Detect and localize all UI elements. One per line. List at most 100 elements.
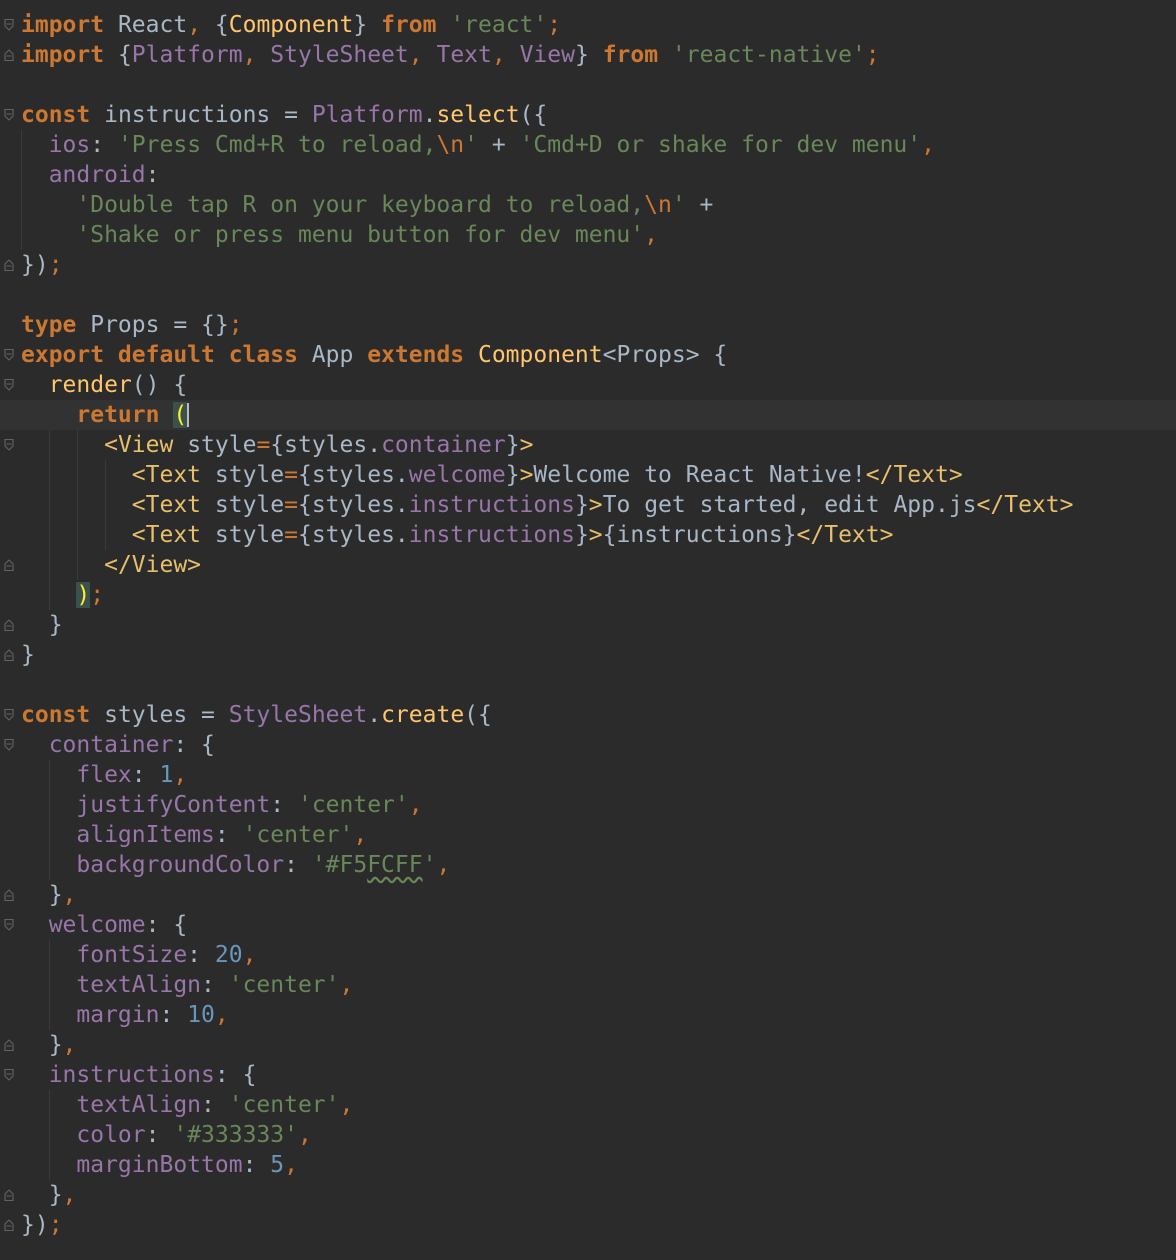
code-token: Component <box>228 12 354 38</box>
code-token: textAlign <box>76 1092 202 1118</box>
code-token: style <box>201 522 285 548</box>
code-text: margin: 10, <box>21 1000 228 1030</box>
gutter <box>0 970 20 1000</box>
code-token: ' <box>671 192 686 218</box>
code-token: create <box>381 702 465 728</box>
code-line[interactable]: }, <box>0 880 1176 910</box>
code-line[interactable]: const styles = StyleSheet.create({ <box>0 700 1176 730</box>
code-line[interactable] <box>0 70 1176 100</box>
gutter <box>0 1120 20 1150</box>
code-line[interactable]: instructions: { <box>0 1060 1176 1090</box>
code-line[interactable]: const instructions = Platform.select({ <box>0 100 1176 130</box>
code-line[interactable]: fontSize: 20, <box>0 940 1176 970</box>
code-token: = <box>284 462 298 488</box>
code-line[interactable]: }, <box>0 1030 1176 1060</box>
code-token: \n <box>436 132 465 158</box>
code-line[interactable]: import {Platform, StyleSheet, Text, View… <box>0 40 1176 70</box>
code-token: : <box>284 852 312 878</box>
code-token: 'center' <box>297 792 409 818</box>
gutter <box>0 700 20 730</box>
code-token: ios <box>48 132 91 158</box>
code-token: App <box>297 342 368 368</box>
code-token: ; <box>48 252 63 278</box>
code-token: {styles. <box>297 522 409 548</box>
code-token: flex <box>76 762 132 788</box>
code-text: import {Platform, StyleSheet, Text, View… <box>21 40 880 70</box>
code-line[interactable]: welcome: { <box>0 910 1176 940</box>
code-line[interactable]: container: { <box>0 730 1176 760</box>
code-line[interactable] <box>0 280 1176 310</box>
code-token: ' <box>464 132 479 158</box>
code-token: Text <box>422 42 492 68</box>
code-line[interactable]: <View style={styles.container}> <box>0 430 1176 460</box>
code-token: ; <box>48 1212 63 1238</box>
code-line[interactable]: }); <box>0 1210 1176 1240</box>
code-token: Platform <box>131 42 243 68</box>
code-token: 'center' <box>242 822 354 848</box>
code-token: <View <box>104 432 174 458</box>
code-line[interactable]: </View> <box>0 550 1176 580</box>
code-text: fontSize: 20, <box>21 940 256 970</box>
code-line[interactable]: <Text style={styles.instructions}>{instr… <box>0 520 1176 550</box>
code-token: welcome <box>408 462 506 488</box>
code-line[interactable]: 'Double tap R on your keyboard to reload… <box>0 190 1176 220</box>
gutter <box>0 70 20 100</box>
code-line[interactable]: flex: 1, <box>0 760 1176 790</box>
code-line[interactable]: ios: 'Press Cmd+R to reload,\n' + 'Cmd+D… <box>0 130 1176 160</box>
code-line[interactable]: textAlign: 'center', <box>0 1090 1176 1120</box>
code-line[interactable]: margin: 10, <box>0 1000 1176 1030</box>
gutter <box>0 280 20 310</box>
code-token: ({ <box>464 702 492 728</box>
code-line[interactable]: }); <box>0 250 1176 280</box>
code-token: ; <box>228 312 243 338</box>
code-token: , <box>491 42 506 68</box>
code-token: . <box>367 702 382 728</box>
code-line[interactable]: } <box>0 610 1176 640</box>
code-line[interactable]: color: '#333333', <box>0 1120 1176 1150</box>
code-token: container <box>48 732 174 758</box>
code-line[interactable]: render() { <box>0 370 1176 400</box>
code-line[interactable]: <Text style={styles.welcome}>Welcome to … <box>0 460 1176 490</box>
code-line[interactable]: type Props = {}; <box>0 310 1176 340</box>
code-line[interactable]: android: <box>0 160 1176 190</box>
gutter <box>0 100 20 130</box>
code-editor[interactable]: import React, {Component} from 'react'; i… <box>0 0 1176 1260</box>
code-line[interactable]: <Text style={styles.instructions}>To get… <box>0 490 1176 520</box>
code-line[interactable]: } <box>0 640 1176 670</box>
gutter <box>0 610 20 640</box>
gutter <box>0 490 20 520</box>
code-token: <Text <box>131 522 202 548</box>
code-line[interactable]: ); <box>0 580 1176 610</box>
gutter <box>0 1030 20 1060</box>
code-line[interactable]: textAlign: 'center', <box>0 970 1176 1000</box>
code-text: backgroundColor: '#F5FCFF', <box>21 850 450 880</box>
code-token: } <box>574 492 589 518</box>
code-line[interactable] <box>0 670 1176 700</box>
code-token: : { <box>214 1062 257 1088</box>
code-line[interactable]: justifyContent: 'center', <box>0 790 1176 820</box>
code-token: } <box>353 12 382 38</box>
code-token: import <box>21 12 105 38</box>
code-token: { <box>201 12 229 38</box>
code-line[interactable]: backgroundColor: '#F5FCFF', <box>0 850 1176 880</box>
gutter <box>0 580 20 610</box>
code-line[interactable]: }, <box>0 1180 1176 1210</box>
code-line[interactable]: return ( <box>0 400 1176 430</box>
code-text: <Text style={styles.instructions}>To get… <box>21 490 1074 520</box>
code-text: }); <box>21 250 63 280</box>
code-line[interactable]: alignItems: 'center', <box>0 820 1176 850</box>
code-token: , <box>297 1122 312 1148</box>
code-line[interactable]: marginBottom: 5, <box>0 1150 1176 1180</box>
code-token: Component <box>464 342 603 368</box>
code-line[interactable]: export default class App extends Compone… <box>0 340 1176 370</box>
code-token: 'Press Cmd+R to reload, <box>117 132 437 158</box>
code-token: 10 <box>187 1002 215 1028</box>
code-token: : <box>145 162 160 188</box>
code-line[interactable]: 'Shake or press menu button for dev menu… <box>0 220 1176 250</box>
code-line[interactable]: import React, {Component} from 'react'; <box>0 10 1176 40</box>
